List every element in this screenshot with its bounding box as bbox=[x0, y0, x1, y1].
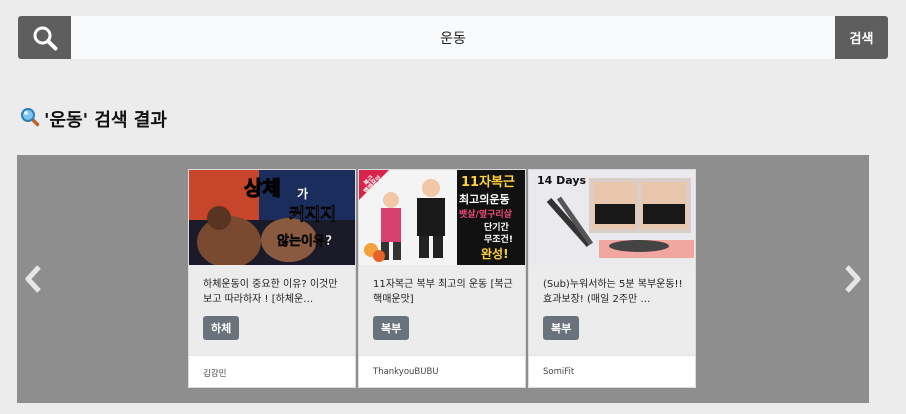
card-footer: SomiFit bbox=[529, 355, 695, 387]
thumb-text: 무조건! bbox=[484, 233, 513, 245]
card-body: (Sub)누워서하는 5분 복부운동!! 효과보장! (매일 2주만 … 복부 bbox=[529, 265, 695, 355]
thumb-text: 않는이유? bbox=[277, 233, 332, 249]
results-heading: '운동' 검색 결과 bbox=[20, 106, 167, 132]
card-body: 11자복근 복부 최고의 운동 [복근 핵매운맛] 복부 bbox=[359, 265, 525, 355]
thumb-text: 상체 bbox=[244, 176, 281, 200]
video-title[interactable]: (Sub)누워서하는 5분 복부운동!! 효과보장! (매일 2주만 … bbox=[543, 277, 685, 307]
card-footer: 김강민 bbox=[189, 355, 355, 387]
thumb-text: 가 bbox=[297, 186, 308, 201]
search-input[interactable] bbox=[71, 16, 835, 59]
search-icon[interactable] bbox=[18, 16, 71, 59]
thumb-text: 11자복근 bbox=[461, 175, 515, 190]
channel-name: 김강민 bbox=[203, 369, 227, 379]
search-bar: 검색 bbox=[18, 16, 888, 59]
thumb-text: 최고의운동 bbox=[459, 192, 510, 206]
thumb-text: 완성! bbox=[481, 247, 509, 261]
video-card[interactable]: 상체 가 커지지 않는이유? 하체운동이 중요한 이유? 이것만 보고 따라하자… bbox=[188, 169, 356, 388]
thumb-text: 뱃살/옆구리살 bbox=[459, 208, 513, 220]
magnifier-icon bbox=[20, 107, 40, 132]
channel-name: SomiFit bbox=[543, 367, 575, 377]
carousel-next-arrow[interactable] bbox=[839, 263, 865, 295]
carousel-prev-arrow[interactable] bbox=[21, 263, 47, 295]
video-card[interactable]: 14 Days (Sub)누워서하는 5분 복부운동!! 효과보장! (매일 2… bbox=[528, 169, 696, 388]
video-thumbnail[interactable]: 상체 가 커지지 않는이유? bbox=[189, 170, 355, 265]
tag-button[interactable]: 복부 bbox=[543, 316, 580, 340]
card-body: 하체운동이 중요한 이유? 이것만 보고 따라하자 ! [하체운… 하체 bbox=[189, 265, 355, 355]
thumb-text: 단기간 bbox=[484, 221, 510, 233]
video-title[interactable]: 11자복근 복부 최고의 운동 [복근 핵매운맛] bbox=[373, 277, 515, 307]
tag-button[interactable]: 복부 bbox=[373, 316, 410, 340]
video-card[interactable]: 11자복근 최고의운동 뱃살/옆구리살 단기간 무조건! 완성! 복근 핵매운맛… bbox=[358, 169, 526, 388]
tag-button[interactable]: 하체 bbox=[203, 316, 240, 340]
video-thumbnail[interactable]: 11자복근 최고의운동 뱃살/옆구리살 단기간 무조건! 완성! 복근 핵매운맛 bbox=[359, 170, 525, 265]
video-carousel: 상체 가 커지지 않는이유? 하체운동이 중요한 이유? 이것만 보고 따라하자… bbox=[17, 155, 869, 403]
thumb-text: 커지지 bbox=[289, 205, 336, 225]
thumb-text: 14 Days bbox=[537, 174, 587, 187]
card-footer: ThankyouBUBU bbox=[359, 355, 525, 387]
video-thumbnail[interactable]: 14 Days bbox=[529, 170, 695, 265]
channel-name: ThankyouBUBU bbox=[373, 367, 439, 377]
video-title[interactable]: 하체운동이 중요한 이유? 이것만 보고 따라하자 ! [하체운… bbox=[203, 277, 345, 307]
search-button[interactable]: 검색 bbox=[835, 16, 888, 59]
results-title: '운동' 검색 결과 bbox=[44, 110, 167, 131]
